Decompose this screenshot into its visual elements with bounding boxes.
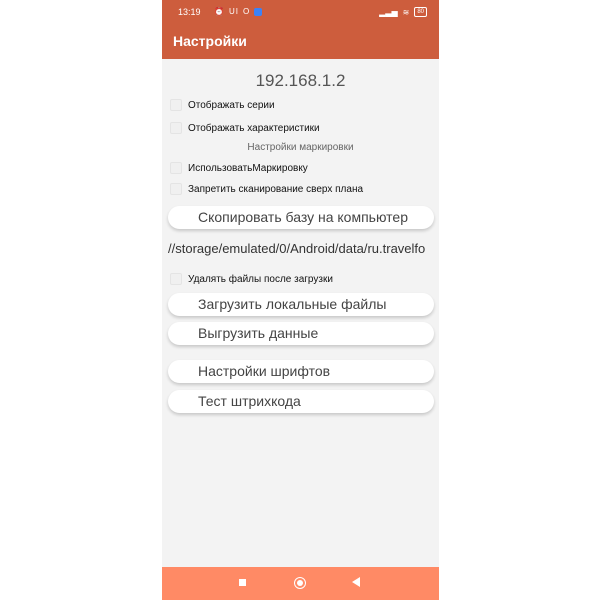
checkbox[interactable] xyxy=(170,122,182,134)
option-forbid-overplan-scan[interactable]: Запретить сканирование сверх плана xyxy=(170,183,363,195)
server-ip: 192.168.1.2 xyxy=(255,71,346,90)
settings-content: 192.168.1.2 Отображать серии Отображать … xyxy=(162,59,439,567)
storage-path: //storage/emulated/0/Android/data/ru.tra… xyxy=(168,241,426,256)
page-title: Настройки xyxy=(173,33,247,49)
status-o-label: O xyxy=(242,7,251,16)
option-delete-after-load[interactable]: Удалять файлы после загрузки xyxy=(170,273,333,285)
status-time: 13:19 xyxy=(178,7,201,17)
checkbox[interactable] xyxy=(170,162,182,174)
status-bar: 13:19 ⏰ UI O ▂▃▅ ≋ 80 xyxy=(162,0,439,26)
marking-section-label: Настройки маркировки xyxy=(247,142,354,153)
checkbox[interactable] xyxy=(170,99,182,111)
option-label: Удалять файлы после загрузки xyxy=(188,273,333,285)
system-nav-bar xyxy=(162,567,439,600)
checkbox[interactable] xyxy=(170,183,182,195)
option-show-characteristics[interactable]: Отображать характеристики xyxy=(170,122,320,134)
font-settings-button[interactable]: Настройки шрифтов xyxy=(168,360,434,383)
back-icon[interactable] xyxy=(352,577,360,587)
option-label: Запретить сканирование сверх плана xyxy=(188,183,364,195)
barcode-test-button[interactable]: Тест штрихкода xyxy=(168,390,434,413)
copy-db-button[interactable]: Скопировать базу на компьютер xyxy=(168,206,434,229)
app-icon xyxy=(254,7,263,16)
option-label: Отображать серии xyxy=(188,99,275,111)
status-icons: ⏰ UI O xyxy=(214,7,263,16)
load-local-files-button[interactable]: Загрузить локальные файлы xyxy=(168,293,434,316)
option-label: ИспользоватьМаркировку xyxy=(188,162,308,174)
wifi-icon: ≋ xyxy=(402,7,410,17)
signal-icon: ▂▃▅ xyxy=(379,7,398,17)
export-data-button[interactable]: Выгрузить данные xyxy=(168,322,434,345)
status-right-icons: ▂▃▅ ≋ 80 xyxy=(379,7,427,17)
recents-icon[interactable] xyxy=(239,579,246,586)
home-icon[interactable] xyxy=(294,577,306,589)
phone-screen: 13:19 ⏰ UI O ▂▃▅ ≋ 80 Настройки 192.168.… xyxy=(162,0,439,600)
option-label: Отображать характеристики xyxy=(188,122,320,134)
battery-icon: 80 xyxy=(414,7,427,17)
checkbox[interactable] xyxy=(170,273,182,285)
option-show-series[interactable]: Отображать серии xyxy=(170,99,275,111)
status-ui-label: UI xyxy=(228,7,239,16)
option-use-marking[interactable]: ИспользоватьМаркировку xyxy=(170,162,308,174)
alarm-icon: ⏰ xyxy=(214,7,225,16)
app-bar: Настройки xyxy=(162,26,439,59)
